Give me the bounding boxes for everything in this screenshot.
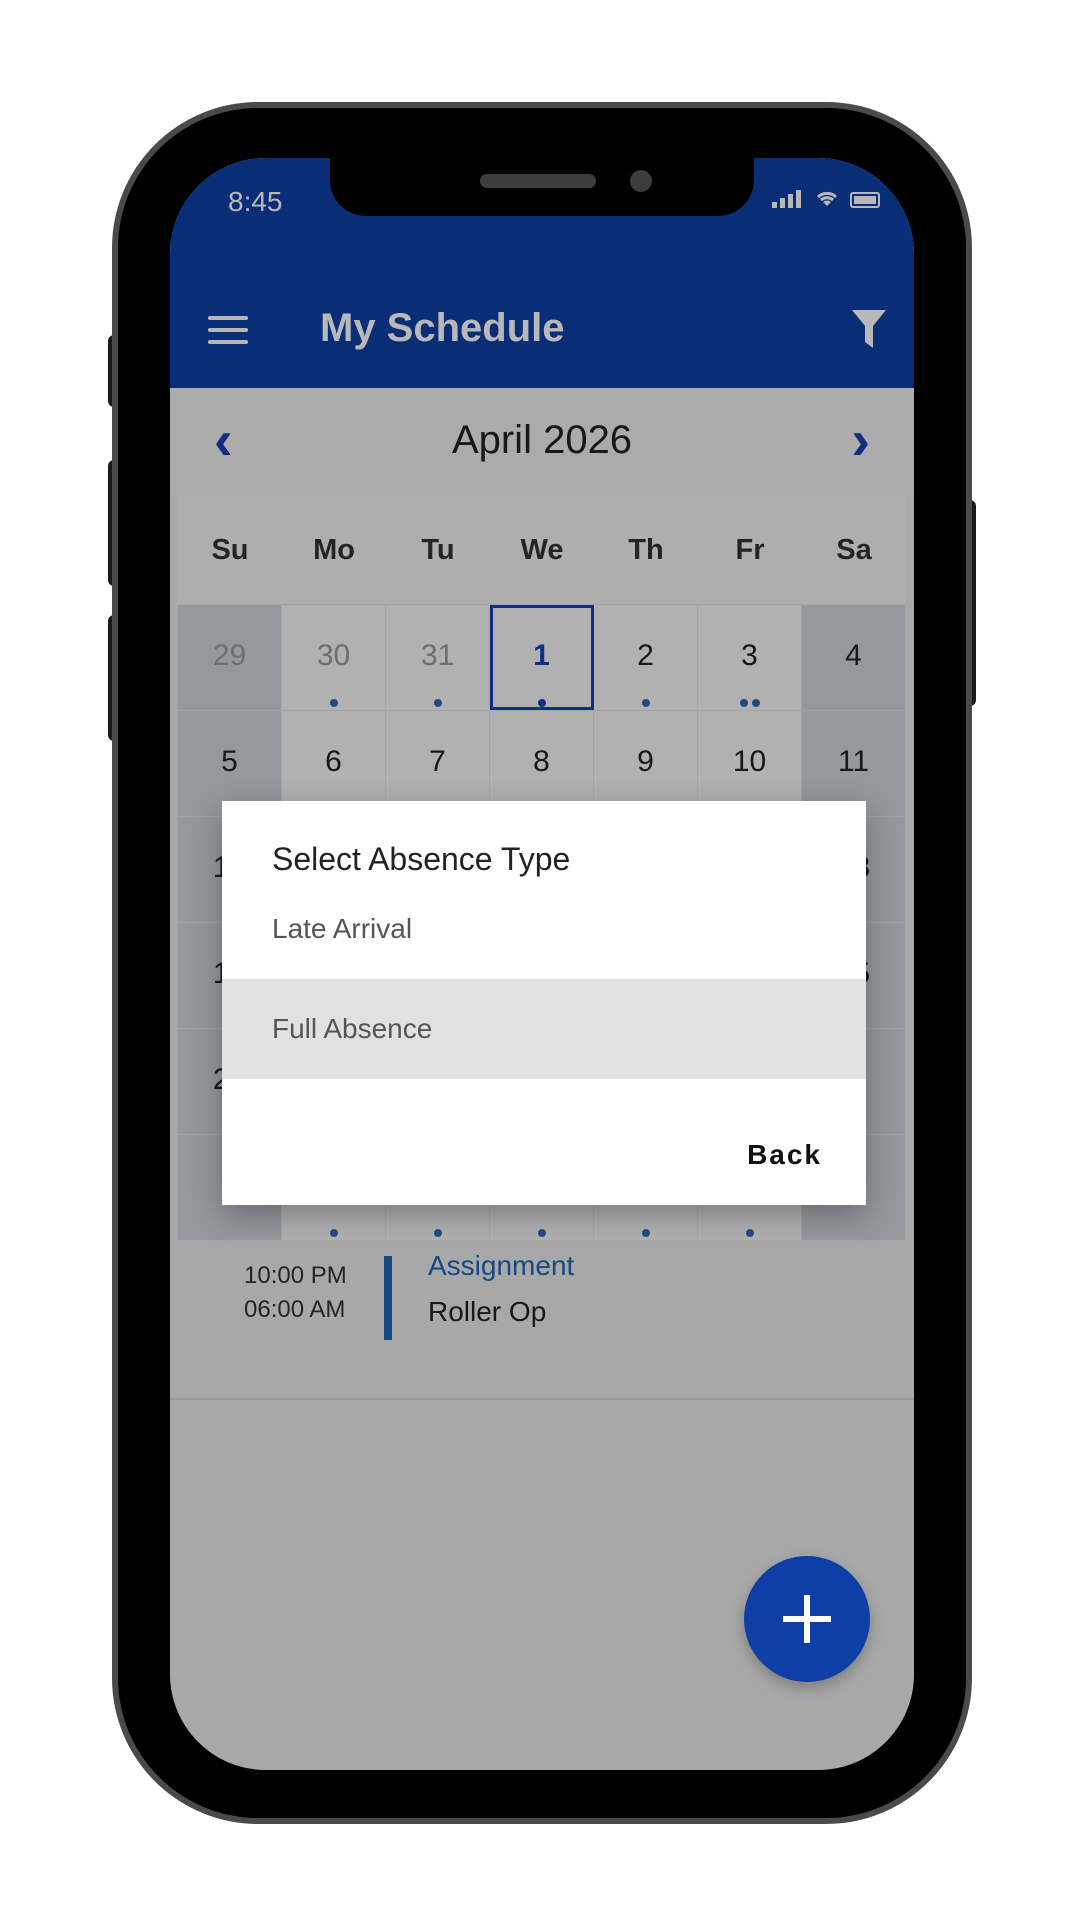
dialog-title: Select Absence Type [272,841,571,877]
phone-screen: 8:45 My Schedule ‹ April 2026 › Su Mo Tu… [170,158,914,1770]
option-label: Late Arrival [272,913,413,944]
absence-type-dialog: Select Absence Type Late Arrival Full Ab… [222,801,866,1205]
plus-icon-vertical [804,1595,810,1643]
option-full-absence[interactable]: Full Absence [222,979,866,1079]
option-label: Full Absence [272,1013,433,1044]
back-button[interactable]: Back [747,1139,822,1171]
add-button[interactable] [744,1556,870,1682]
option-late-arrival[interactable]: Late Arrival [222,879,866,979]
